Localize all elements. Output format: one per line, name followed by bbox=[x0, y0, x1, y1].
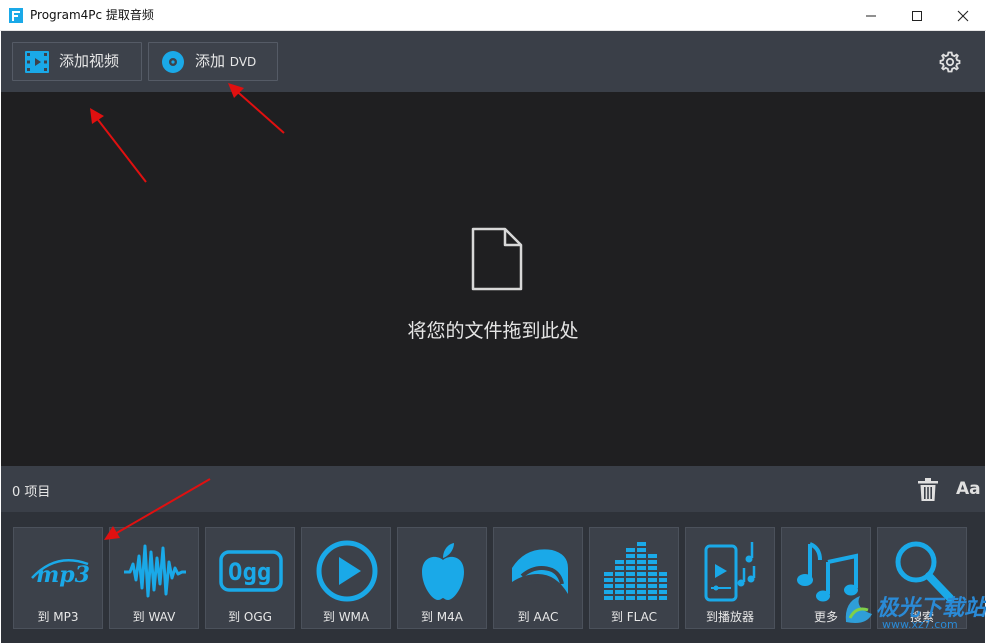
equalizer-icon bbox=[604, 542, 667, 600]
minimize-button[interactable] bbox=[848, 0, 894, 31]
add-dvd-label-main: 添加 bbox=[195, 52, 226, 70]
settings-gear-icon[interactable] bbox=[938, 50, 962, 74]
close-button[interactable] bbox=[940, 0, 986, 31]
format-label: 到 WMA bbox=[322, 610, 370, 624]
blank-file-icon bbox=[471, 227, 523, 291]
format-mp3-button[interactable]: mp3 到 MP3 bbox=[13, 527, 103, 629]
close-icon bbox=[957, 10, 969, 21]
format-bar: mp3 到 MP3 到 WAV Ogg 到 OGG 到 WMA 到 M4A 到 … bbox=[1, 512, 985, 643]
window-title: Program4Pc 提取音频 bbox=[30, 8, 154, 22]
app-logo-icon bbox=[9, 8, 23, 23]
maximize-icon bbox=[912, 10, 922, 21]
minimize-icon bbox=[866, 15, 876, 16]
drop-hint-text: 将您的文件拖到此处 bbox=[407, 320, 579, 342]
phone-music-icon bbox=[704, 542, 756, 602]
aac-icon bbox=[512, 549, 568, 594]
drop-zone[interactable]: 将您的文件拖到此处 bbox=[1, 92, 985, 466]
format-aac-button[interactable]: 到 AAC bbox=[493, 527, 583, 629]
title-bar: Program4Pc 提取音频 bbox=[0, 0, 986, 31]
add-video-button[interactable]: 添加视频 bbox=[12, 42, 142, 81]
film-icon bbox=[25, 51, 49, 73]
format-label: 到 AAC bbox=[517, 610, 559, 624]
svg-text:Ogg: Ogg bbox=[228, 558, 271, 586]
mp3-icon: mp3 bbox=[31, 558, 90, 588]
format-m4a-button[interactable]: 到 M4A bbox=[397, 527, 487, 629]
watermark: 极光下载站 www.xz7.com bbox=[842, 588, 986, 638]
format-player-button[interactable]: 到播放器 bbox=[685, 527, 775, 629]
format-label: 到 OGG bbox=[228, 610, 272, 624]
font-size-button[interactable]: Aa bbox=[956, 479, 981, 499]
add-video-label: 添加视频 bbox=[59, 52, 120, 70]
format-ogg-button[interactable]: Ogg 到 OGG bbox=[205, 527, 295, 629]
toolbar: 添加视频 添加 DVD bbox=[1, 31, 985, 92]
ogg-icon: Ogg bbox=[219, 550, 283, 592]
watermark-logo-icon bbox=[845, 596, 872, 623]
add-dvd-label-suffix: DVD bbox=[229, 55, 257, 69]
format-label: 到 FLAC bbox=[610, 610, 658, 624]
play-circle-icon bbox=[316, 540, 378, 602]
status-bar: 0 项目 Aa bbox=[1, 466, 985, 512]
format-wav-button[interactable]: 到 WAV bbox=[109, 527, 199, 629]
format-flac-button[interactable]: 到 FLAC bbox=[589, 527, 679, 629]
waveform-icon bbox=[124, 544, 186, 598]
maximize-button[interactable] bbox=[894, 0, 940, 31]
add-dvd-button[interactable]: 添加 DVD bbox=[148, 42, 278, 81]
format-label: 到 M4A bbox=[420, 610, 463, 624]
item-count: 0 项目 bbox=[12, 485, 51, 500]
svg-text:mp3: mp3 bbox=[36, 562, 90, 588]
format-label: 到 MP3 bbox=[37, 610, 79, 624]
format-wma-button[interactable]: 到 WMA bbox=[301, 527, 391, 629]
trash-icon[interactable] bbox=[917, 478, 939, 502]
disc-icon bbox=[162, 51, 184, 73]
format-label: 到播放器 bbox=[705, 610, 754, 624]
format-label: 到 WAV bbox=[132, 610, 176, 624]
add-dvd-label: 添加 DVD bbox=[195, 52, 256, 72]
apple-icon bbox=[422, 543, 464, 600]
watermark-url: www.xz7.com bbox=[882, 618, 958, 631]
